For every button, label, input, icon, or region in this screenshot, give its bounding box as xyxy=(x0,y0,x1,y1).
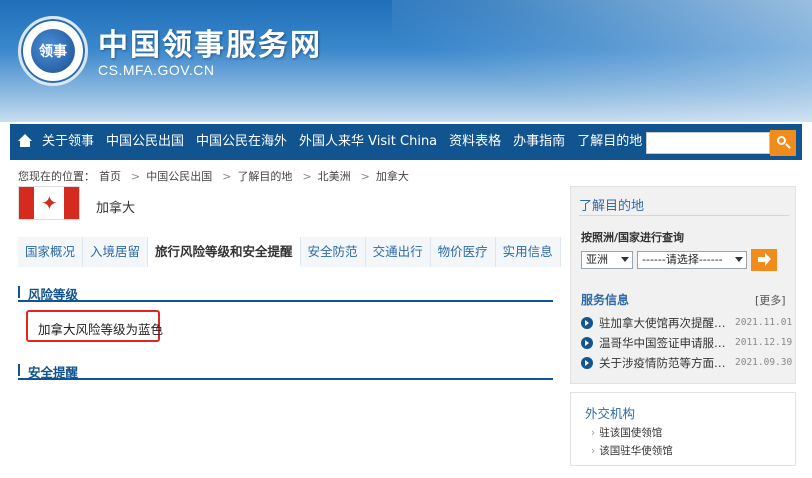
news-item[interactable]: 关于涉疫情防范等方面… 2021.09.30 xyxy=(581,355,793,371)
emblem-glyph: 领事 xyxy=(39,44,67,60)
news-date: 2021.09.30 xyxy=(735,357,793,368)
news-headline[interactable]: 驻加拿大使馆再次提醒… xyxy=(599,315,726,331)
tab-safety[interactable]: 安全防范 xyxy=(300,237,366,267)
divider xyxy=(579,215,789,216)
safety-alert-header: 安全提醒 xyxy=(18,360,553,380)
breadcrumb: 您现在的位置： 首页 > 中国公民出国 > 了解目的地 > 北美洲 > 加拿大 xyxy=(18,168,413,184)
consular-emblem-logo[interactable]: 领事 xyxy=(18,16,88,86)
breadcrumb-destinations[interactable]: 了解目的地 xyxy=(237,170,292,183)
breadcrumb-home[interactable]: 首页 xyxy=(99,170,121,183)
arrow-right-icon xyxy=(758,253,771,266)
destination-panel: 了解目的地 按照洲/国家进行查询 亚洲 ------请选择------ 服务信息… xyxy=(570,186,796,384)
bullet-arrow-icon xyxy=(581,357,593,369)
chevron-down-icon xyxy=(621,257,629,262)
bullet-arrow-icon xyxy=(581,337,593,349)
search-input[interactable] xyxy=(646,132,770,154)
nav-item-about-consular[interactable]: 关于领事 xyxy=(42,124,94,160)
continent-select[interactable]: 亚洲 xyxy=(581,251,633,269)
nav-item-guide[interactable]: 办事指南 xyxy=(513,124,565,160)
tab-entry-residence[interactable]: 入境居留 xyxy=(83,237,149,267)
flag-right-bar xyxy=(64,187,79,219)
news-date: 2021.11.01 xyxy=(735,317,793,328)
risk-level-text: 加拿大风险等级为蓝色 xyxy=(38,322,164,337)
maple-leaf-icon: ✦ xyxy=(41,191,58,215)
query-label: 按照洲/国家进行查询 xyxy=(581,231,685,244)
country-name: 加拿大 xyxy=(96,201,136,216)
bullet-icon: › xyxy=(591,445,596,457)
tab-overview[interactable]: 国家概况 xyxy=(18,237,84,267)
main-nav: 关于领事 中国公民出国 中国公民在海外 外国人来华 Visit China 资料… xyxy=(10,124,802,160)
nav-item-forms[interactable]: 资料表格 xyxy=(449,124,501,160)
mission-link[interactable]: › 该国驻华使领馆 xyxy=(591,443,673,458)
continent-select-value: 亚洲 xyxy=(586,253,608,266)
search-button[interactable] xyxy=(770,130,796,156)
site-domain: CS.MFA.GOV.CN xyxy=(98,62,215,78)
chevron-right-icon: > xyxy=(360,170,370,183)
country-tabs: 国家概况 入境居留 旅行风险等级和安全提醒 安全防范 交通出行 物价医疗 实用信… xyxy=(18,237,561,267)
tab-travel-risk[interactable]: 旅行风险等级和安全提醒 xyxy=(148,237,301,267)
mission-link-label[interactable]: 该国驻华使领馆 xyxy=(599,445,673,457)
mission-link[interactable]: › 驻该国使领馆 xyxy=(591,425,662,440)
diplomatic-missions-panel: 外交机构 › 驻该国使领馆 › 该国驻华使领馆 xyxy=(570,392,796,466)
mission-link-label[interactable]: 驻该国使领馆 xyxy=(599,427,662,439)
nav-item-visit-china[interactable]: 外国人来华 Visit China xyxy=(299,124,437,160)
chevron-down-icon xyxy=(735,257,743,262)
bullet-icon: › xyxy=(591,427,596,439)
nav-menu: 关于领事 中国公民出国 中国公民在海外 外国人来华 Visit China 资料… xyxy=(42,124,654,160)
tab-prices-medical[interactable]: 物价医疗 xyxy=(430,237,496,267)
bullet-arrow-icon xyxy=(581,317,593,329)
nav-item-destinations[interactable]: 了解目的地 xyxy=(577,124,642,160)
great-wall-banner-image xyxy=(392,0,812,122)
diplomatic-missions-title: 外交机构 xyxy=(585,406,636,421)
site-header: 领事 中国领事服务网 CS.MFA.GOV.CN xyxy=(0,0,812,122)
chevron-right-icon: > xyxy=(222,170,232,183)
risk-level-box: 加拿大风险等级为蓝色 xyxy=(26,310,164,342)
canada-flag-icon: ✦ xyxy=(18,186,80,220)
breadcrumb-citizens-abroad[interactable]: 中国公民出国 xyxy=(146,170,212,183)
breadcrumb-north-america[interactable]: 北美洲 xyxy=(318,170,351,183)
breadcrumb-prefix: 您现在的位置： xyxy=(18,170,95,183)
country-select[interactable]: ------请选择------ xyxy=(637,251,747,269)
flag-left-bar xyxy=(19,187,34,219)
news-item[interactable]: 驻加拿大使馆再次提醒… 2021.11.01 xyxy=(581,315,793,331)
home-icon[interactable] xyxy=(18,134,32,148)
nav-item-citizens-overseas[interactable]: 中国公民在海外 xyxy=(196,124,287,160)
news-headline[interactable]: 关于涉疫情防范等方面… xyxy=(599,355,726,371)
tab-practical-info[interactable]: 实用信息 xyxy=(495,237,561,267)
section-marker xyxy=(18,286,20,298)
risk-level-header: 风险等级 xyxy=(18,282,553,302)
query-go-button[interactable] xyxy=(751,249,777,271)
destination-panel-title: 了解目的地 xyxy=(579,199,645,214)
nav-item-citizens-abroad[interactable]: 中国公民出国 xyxy=(106,124,184,160)
country-select-value: ------请选择------ xyxy=(642,253,723,266)
news-headline[interactable]: 温哥华中国签证申请服… xyxy=(599,335,726,351)
chevron-right-icon: > xyxy=(131,170,141,183)
tab-transport[interactable]: 交通出行 xyxy=(365,237,431,267)
section-marker xyxy=(18,364,20,376)
news-item[interactable]: 温哥华中国签证申请服… 2011.12.19 xyxy=(581,335,793,351)
risk-level-title: 风险等级 xyxy=(28,287,79,302)
service-info-title: 服务信息 xyxy=(581,293,630,307)
breadcrumb-canada: 加拿大 xyxy=(375,170,409,183)
site-title[interactable]: 中国领事服务网 xyxy=(98,20,322,64)
more-link[interactable]: [更多] xyxy=(755,292,786,308)
chevron-right-icon: > xyxy=(302,170,312,183)
safety-alert-title: 安全提醒 xyxy=(28,365,79,380)
search-icon-handle xyxy=(785,143,791,149)
news-date: 2011.12.19 xyxy=(735,337,793,348)
emblem-inner: 领事 xyxy=(31,29,75,73)
